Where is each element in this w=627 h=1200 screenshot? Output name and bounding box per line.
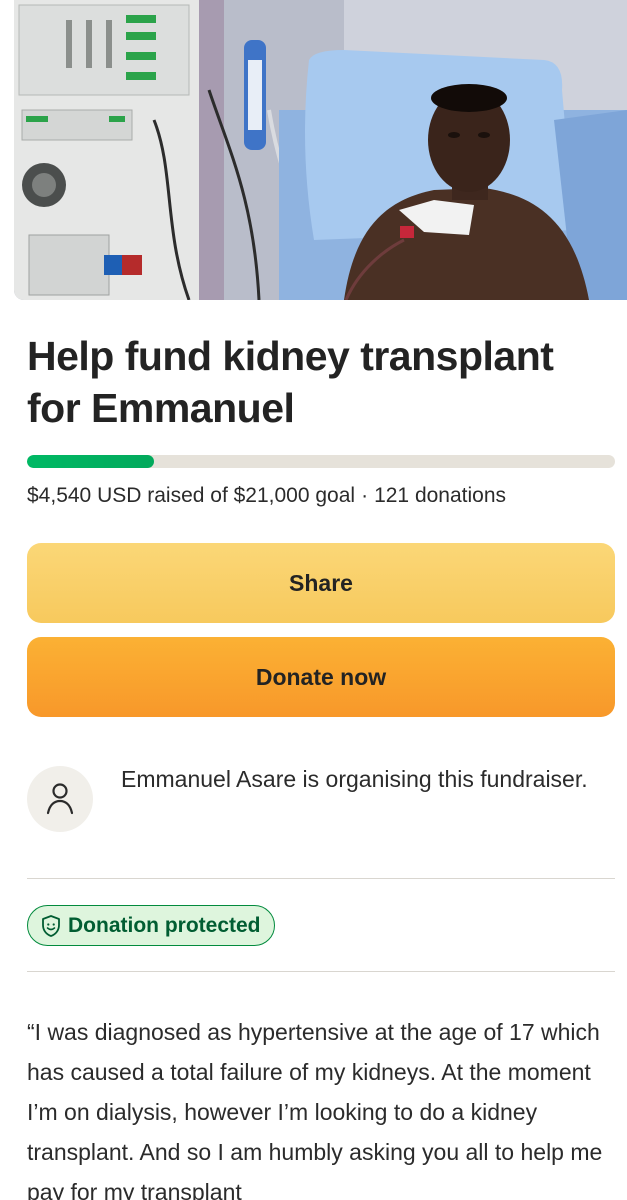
campaign-hero-image[interactable] [14, 0, 627, 300]
hospital-photo [14, 0, 627, 300]
donation-stats: $4,540 USD raised of $21,000 goal · 121 do… [27, 484, 506, 508]
donation-progress-bar [27, 455, 615, 468]
campaign-story: “I was diagnosed as hypertensive at the … [27, 1019, 603, 1200]
organiser-avatar [27, 766, 93, 832]
amount-raised: $4,540 USD raised of $21,000 goal [27, 484, 356, 507]
organiser-section: Emmanuel Asare is organising this fundra… [27, 760, 615, 840]
donation-count[interactable]: 121 donations [374, 484, 506, 507]
organiser-text: Emmanuel Asare is organising this fundra… [121, 766, 588, 792]
donate-now-button[interactable]: Donate now [27, 637, 615, 717]
share-button[interactable]: Share [27, 543, 615, 623]
person-icon [46, 783, 74, 815]
divider-top [27, 878, 615, 879]
donation-protected-label: Donation protected [68, 913, 261, 937]
divider-bottom [27, 971, 615, 972]
donation-protected-badge[interactable]: Donation protected [27, 905, 275, 946]
progress-fill [27, 455, 154, 468]
campaign-title: Help fund kidney transplant for Emmanuel [27, 333, 554, 431]
shield-icon [42, 914, 60, 937]
stats-separator: · [361, 484, 369, 507]
